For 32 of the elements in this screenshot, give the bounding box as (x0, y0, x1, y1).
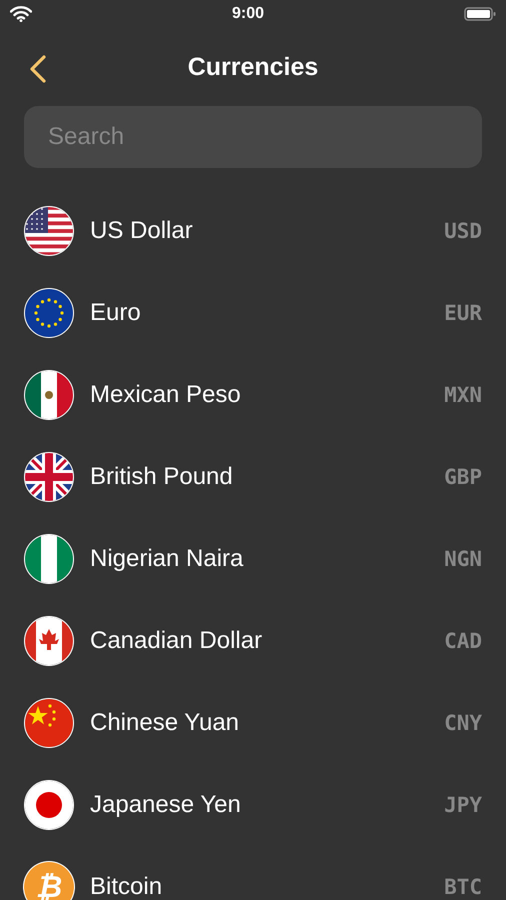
currency-code: MXN (444, 383, 482, 407)
currency-code: CNY (444, 711, 482, 735)
currency-name[interactable]: Canadian Dollar (90, 627, 444, 655)
flag-icon (24, 780, 74, 830)
currency-name[interactable]: US Dollar (90, 217, 444, 245)
wifi-icon (10, 6, 32, 22)
currency-name[interactable]: British Pound (90, 463, 444, 491)
status-time: 9:00 (232, 5, 264, 23)
screen-title: Currencies (188, 52, 318, 82)
currency-code: NGN (444, 547, 482, 571)
currency-code: EUR (444, 301, 482, 325)
search-field[interactable]: Search (24, 106, 482, 168)
currency-name[interactable]: Japanese Yen (90, 791, 444, 819)
currency-code: GBP (444, 465, 482, 489)
currency-name[interactable]: Chinese Yuan (90, 709, 444, 737)
currency-code: USD (444, 219, 482, 243)
flag-icon (24, 206, 74, 256)
currency-name[interactable]: Mexican Peso (90, 381, 444, 409)
flag-icon (24, 370, 74, 420)
flag-icon (24, 698, 74, 748)
flag-icon (24, 616, 74, 666)
battery-icon (464, 6, 496, 22)
flag-icon (24, 534, 74, 584)
currency-name[interactable]: Euro (90, 299, 444, 327)
currency-code: CAD (444, 629, 482, 653)
currency-code: JPY (444, 793, 482, 817)
currency-code: BTC (444, 875, 482, 899)
coin-symbol: ₿ (24, 862, 74, 900)
flag-icon (24, 452, 74, 502)
currency-name[interactable]: Bitcoin (90, 873, 444, 900)
currency-name[interactable]: Nigerian Naira (90, 545, 444, 573)
flag-icon (24, 288, 74, 338)
